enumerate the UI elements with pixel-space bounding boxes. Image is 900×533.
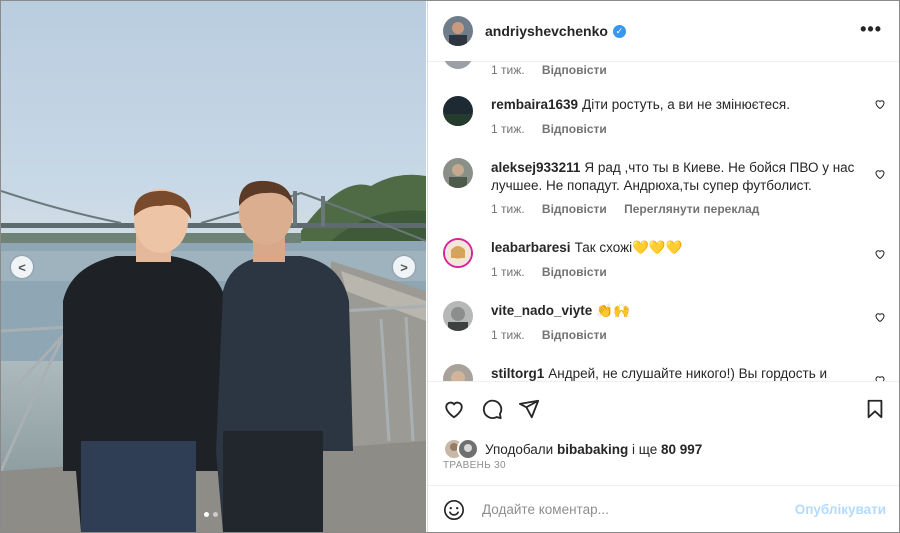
comment-content: stiltorg1 Андрей, не слушайте никого!) Вы… xyxy=(491,365,861,381)
comment-meta: 1 тиж. Відповісти xyxy=(491,265,621,279)
more-options-icon[interactable]: ••• xyxy=(860,19,882,40)
commenter-username[interactable]: stiltorg1 xyxy=(491,366,544,381)
comment-time: 1 тиж. xyxy=(491,202,525,216)
comment-time: 1 тиж. xyxy=(491,63,525,77)
likes-prefix: Уподобали xyxy=(485,441,554,457)
reply-button[interactable]: Відповісти xyxy=(542,63,607,77)
commenter-avatar[interactable] xyxy=(443,61,473,69)
reply-button[interactable]: Відповісти xyxy=(542,202,607,216)
commenter-username[interactable]: leabarbaresi xyxy=(491,240,571,255)
post-date: ТРАВЕНЬ 30 xyxy=(443,460,506,471)
comment-content: rembaira1639 Діти ростуть, а ви не змінює… xyxy=(491,96,861,114)
see-translation-button[interactable]: Переглянути переклад xyxy=(624,202,759,216)
comment-time: 1 тиж. xyxy=(491,328,525,342)
carousel-indicator xyxy=(204,512,218,517)
carousel-dot-2 xyxy=(213,512,218,517)
reply-button[interactable]: Відповісти xyxy=(542,265,607,279)
previous-photo-button[interactable]: < xyxy=(11,256,33,278)
comment-meta: 1 тиж. Відповісти Переглянути переклад xyxy=(491,202,773,216)
post-actions xyxy=(428,381,899,437)
share-send-icon[interactable] xyxy=(518,398,540,420)
like-comment-icon[interactable] xyxy=(874,311,886,323)
comment-content: leabarbaresi Так схожі💛💛💛 xyxy=(491,239,861,257)
likes-middle: і ще xyxy=(632,441,658,457)
liker-username[interactable]: bibabaking xyxy=(557,442,628,457)
commenter-avatar[interactable] xyxy=(443,364,473,381)
like-comment-icon[interactable] xyxy=(874,248,886,260)
carousel-dot-1 xyxy=(204,512,209,517)
commenter-avatar[interactable] xyxy=(443,238,473,268)
like-comment-icon[interactable] xyxy=(874,374,886,381)
comment-time: 1 тиж. xyxy=(491,265,525,279)
photo-illustration xyxy=(1,174,426,532)
comment-text: Діти ростуть, а ви не змінюєтеся. xyxy=(582,97,790,112)
comment-text: Андрей, не слушайте никого!) Вы гордость… xyxy=(548,366,828,381)
author-username[interactable]: andriyshevchenko xyxy=(485,23,608,39)
comment-meta: 1 тиж. Відповісти xyxy=(491,122,621,136)
commenter-avatar[interactable] xyxy=(443,96,473,126)
like-comment-icon[interactable] xyxy=(874,98,886,110)
like-comment-icon[interactable] xyxy=(874,168,886,180)
reply-button[interactable]: Відповісти xyxy=(542,328,607,342)
comment-meta: 1 тиж. Відповісти xyxy=(491,63,621,77)
comment-meta: 1 тиж. Відповісти xyxy=(491,328,621,342)
likes-count[interactable]: 80 997 xyxy=(661,442,702,457)
commenter-username[interactable]: aleksej933211 xyxy=(491,160,580,175)
likes-summary: Уподобали bibabaking і ще 80 997 xyxy=(443,438,702,460)
post-dialog: < > andriyshevchenko ✓ ••• 1 тиж. Відпов… xyxy=(0,0,900,533)
next-photo-button[interactable]: > xyxy=(393,256,415,278)
post-photo[interactable]: < > xyxy=(1,1,426,532)
comment-text: 👏🙌 xyxy=(596,303,630,318)
post-header: andriyshevchenko ✓ ••• xyxy=(428,1,899,62)
commenter-username[interactable]: vite_nado_viyte xyxy=(491,303,592,318)
comment-content: aleksej933211 Я рад ,что ты в Киеве. Не б… xyxy=(491,159,861,195)
comment-input[interactable] xyxy=(480,501,784,518)
like-heart-icon[interactable] xyxy=(443,398,465,420)
emoji-icon[interactable] xyxy=(443,499,465,521)
likes-text: Уподобали bibabaking і ще 80 997 xyxy=(485,442,702,457)
post-sidebar: andriyshevchenko ✓ ••• 1 тиж. Відповісти xyxy=(427,1,899,532)
commenter-username[interactable]: rembaira1639 xyxy=(491,97,578,112)
save-bookmark-icon[interactable] xyxy=(864,398,886,420)
publish-button[interactable]: Опублікувати xyxy=(795,502,886,517)
liker-avatar[interactable] xyxy=(457,438,479,460)
comment-time: 1 тиж. xyxy=(491,122,525,136)
comment-content: vite_nado_viyte 👏🙌 xyxy=(491,302,861,320)
author-avatar[interactable] xyxy=(443,16,473,46)
comments-list[interactable]: 1 тиж. Відповісти rembaira1639 Діти росту… xyxy=(428,61,899,381)
comment-text: Так схожі💛💛💛 xyxy=(574,240,683,255)
commenter-avatar[interactable] xyxy=(443,158,473,188)
verified-badge-icon: ✓ xyxy=(612,24,626,38)
add-comment-bar: Опублікувати xyxy=(428,485,899,532)
reply-button[interactable]: Відповісти xyxy=(542,122,607,136)
commenter-avatar[interactable] xyxy=(443,301,473,331)
comment-bubble-icon[interactable] xyxy=(481,398,503,420)
